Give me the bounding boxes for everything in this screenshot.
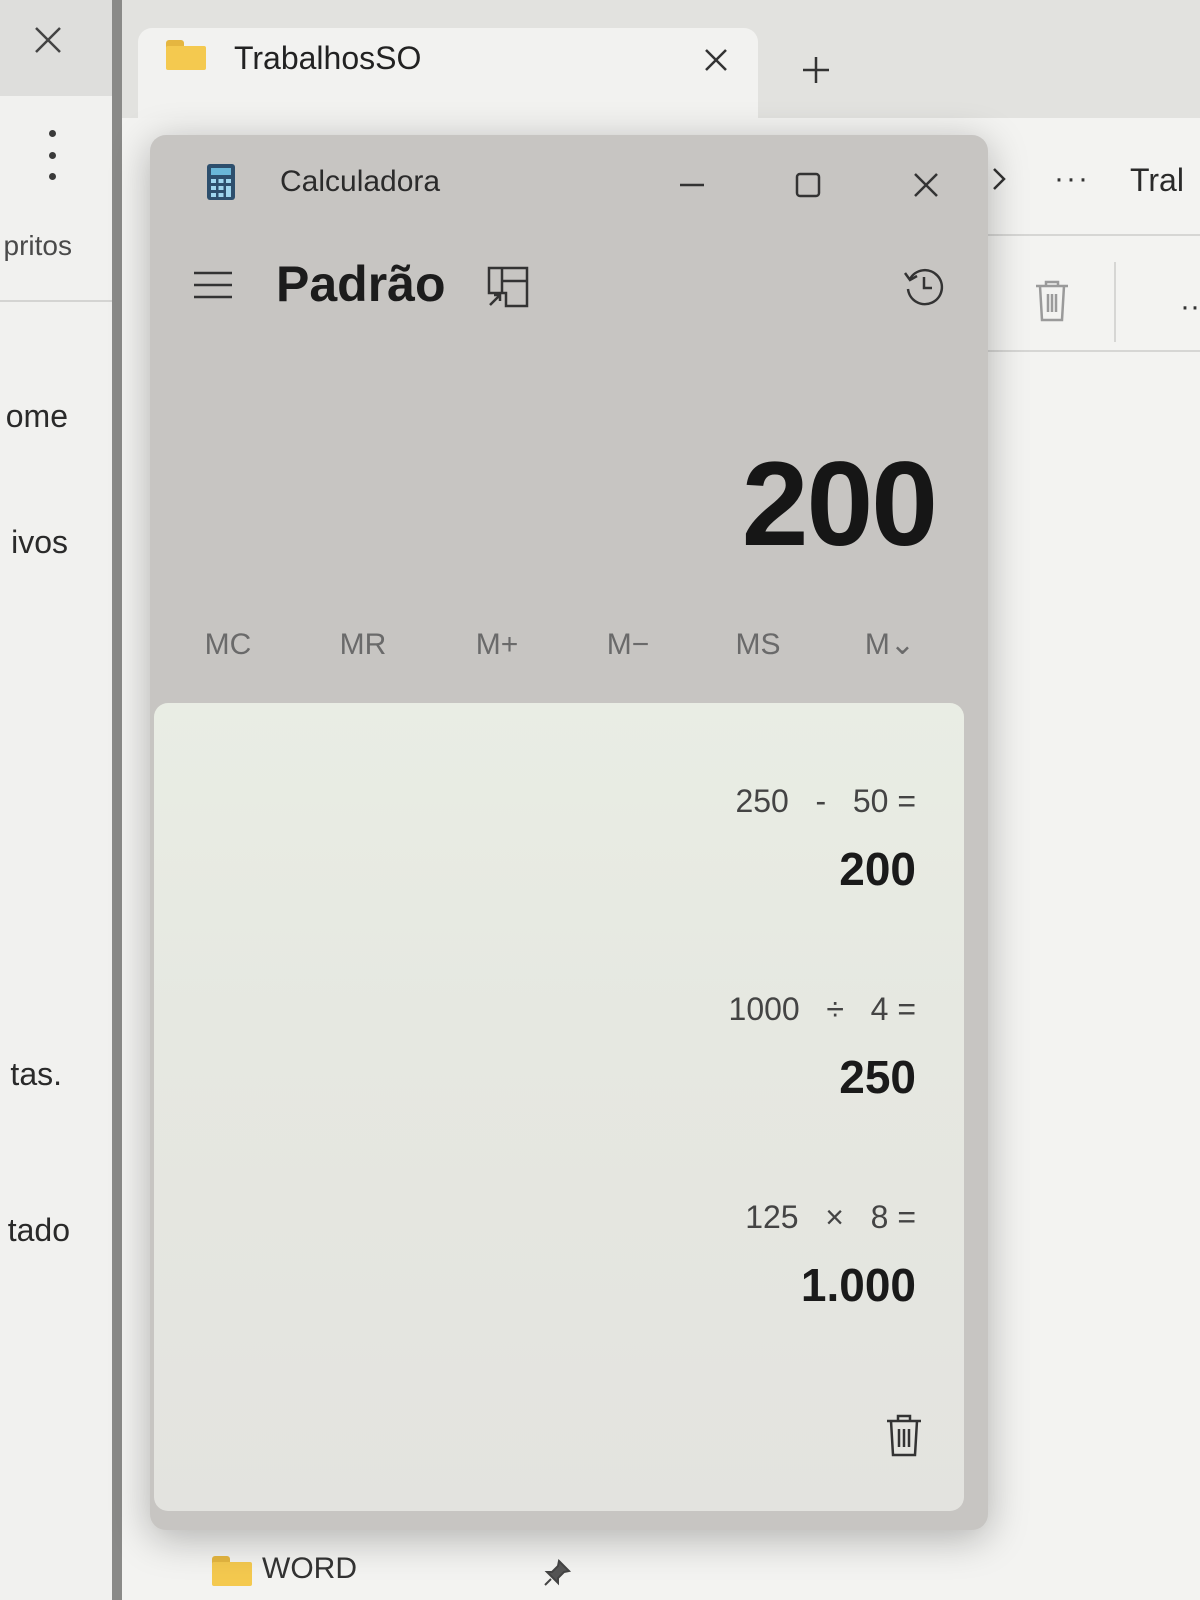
left-background-window: pritos ome ivos tas. tado bbox=[0, 0, 115, 1600]
history-result: 200 bbox=[839, 843, 916, 895]
window-edge bbox=[112, 0, 122, 1600]
memory-list-button[interactable]: M⌄ bbox=[840, 615, 940, 675]
tab-title: TrabalhosSO bbox=[234, 40, 422, 76]
toolbar-separator bbox=[1114, 262, 1116, 342]
pin-icon[interactable] bbox=[542, 1558, 572, 1588]
folder-icon bbox=[166, 40, 206, 70]
close-icon[interactable] bbox=[698, 42, 734, 78]
history-expression: 125 × 8 = bbox=[745, 1199, 916, 1235]
maximize-button[interactable] bbox=[778, 157, 838, 213]
left-item-pastas: tas. bbox=[10, 1056, 62, 1092]
left-item-favoritos[interactable]: pritos bbox=[4, 230, 72, 262]
close-icon[interactable] bbox=[28, 20, 68, 60]
history-result: 1.000 bbox=[800, 1259, 916, 1311]
plus-icon[interactable] bbox=[798, 52, 834, 88]
history-entry[interactable]: 125 × 8 = 1.000 bbox=[316, 1199, 916, 1312]
history-icon[interactable] bbox=[902, 265, 946, 309]
mode-title: Padrão bbox=[276, 256, 446, 312]
title-bar[interactable]: Calculadora bbox=[150, 135, 988, 235]
mode-header: Padrão bbox=[150, 245, 988, 325]
history-entry[interactable]: 250 - 50 = 200 bbox=[316, 783, 916, 896]
memory-recall-button[interactable]: MR bbox=[313, 615, 413, 675]
history-panel: 250 - 50 = 200 1000 ÷ 4 = 250 125 × 8 = … bbox=[154, 703, 964, 1511]
toolbar-divider bbox=[972, 350, 1200, 352]
folder-icon bbox=[212, 1556, 252, 1586]
history-entry[interactable]: 1000 ÷ 4 = 250 bbox=[316, 991, 916, 1104]
window-title: Calculadora bbox=[280, 165, 441, 198]
delete-icon[interactable] bbox=[1032, 278, 1072, 324]
memory-clear-button[interactable]: MC bbox=[178, 615, 278, 675]
result-display: 200 bbox=[741, 437, 938, 571]
quick-access-label: WORD bbox=[262, 1552, 357, 1585]
more-options-icon[interactable] bbox=[40, 130, 64, 180]
clear-history-icon[interactable] bbox=[884, 1413, 924, 1459]
calculator-window: Calculadora Padrão 200 MC MR M+ M− MS M⌄… bbox=[150, 135, 988, 1530]
left-item-arquivos: ivos bbox=[11, 524, 68, 560]
left-item-nome: ome bbox=[5, 398, 68, 434]
memory-row: MC MR M+ M− MS M⌄ bbox=[150, 615, 988, 675]
toolbar-divider bbox=[972, 234, 1200, 236]
breadcrumb[interactable]: Tral bbox=[1130, 162, 1184, 199]
history-expression: 1000 ÷ 4 = bbox=[728, 991, 916, 1027]
calculator-app-icon bbox=[206, 163, 236, 201]
left-divider bbox=[0, 300, 112, 302]
left-item-selecionado: tado bbox=[7, 1212, 70, 1248]
chevron-right-icon[interactable] bbox=[986, 164, 1012, 194]
menu-icon[interactable] bbox=[192, 267, 234, 303]
history-expression: 250 - 50 = bbox=[735, 783, 916, 819]
close-button[interactable] bbox=[896, 157, 956, 213]
history-result: 250 bbox=[839, 1051, 916, 1103]
tab-strip: TrabalhosSO bbox=[122, 0, 1200, 118]
address-bar: ··· Tral bbox=[962, 150, 1200, 230]
breadcrumb-more-button[interactable]: ··· bbox=[1054, 162, 1090, 196]
keep-on-top-icon[interactable] bbox=[486, 265, 530, 309]
memory-add-button[interactable]: M+ bbox=[447, 615, 547, 675]
more-options-icon[interactable]: ·· bbox=[1180, 290, 1200, 324]
memory-subtract-button[interactable]: M− bbox=[578, 615, 678, 675]
memory-store-button[interactable]: MS bbox=[708, 615, 808, 675]
tab-trabalhosso[interactable]: TrabalhosSO bbox=[138, 28, 758, 118]
minimize-button[interactable] bbox=[662, 157, 722, 213]
